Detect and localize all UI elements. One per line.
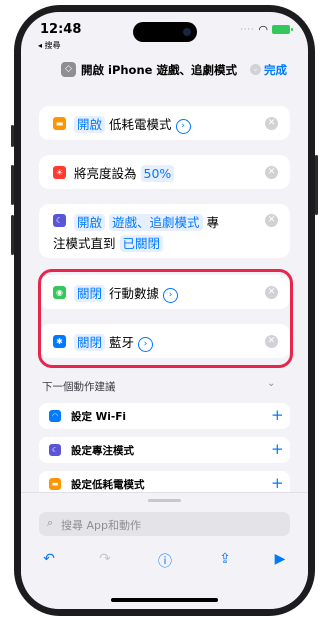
wifi-status-icon: ◠: [258, 23, 268, 36]
wifi-icon: ◠: [49, 410, 61, 422]
action-card-brightness[interactable]: ☀ 將亮度設為 50% ✕: [39, 155, 290, 189]
suggestion-label: 設定專注模式: [71, 445, 134, 457]
chevron-down-icon[interactable]: ⌄: [267, 378, 275, 389]
action-verb[interactable]: 開啟: [74, 116, 106, 133]
action-text-line1: 開啟 遊戲、追劇模式 專: [74, 212, 219, 231]
suggestions-header: 下一個動作建議: [42, 381, 116, 393]
volume-up-button: [11, 165, 14, 205]
suggestion-focus[interactable]: ☾ 設定專注模式 +: [39, 437, 290, 463]
search-placeholder: 搜尋 App和動作: [61, 519, 141, 532]
home-indicator: [111, 598, 218, 602]
status-icons: ···· ◠: [240, 23, 293, 36]
add-suggestion-button[interactable]: +: [271, 406, 284, 424]
done-button[interactable]: 完成: [264, 62, 287, 78]
search-icon: ⌕: [47, 516, 54, 529]
action-card-low-power[interactable]: ▬ 開啟 低耗電模式 › ✕: [39, 106, 290, 140]
brightness-icon: ☀: [53, 166, 66, 179]
focus-mode-value[interactable]: 遊戲、追劇模式: [109, 214, 203, 231]
remove-action-button[interactable]: ✕: [265, 166, 278, 179]
add-suggestion-button[interactable]: +: [271, 474, 284, 492]
battery-icon: [272, 25, 293, 34]
play-icon[interactable]: ▶: [270, 551, 290, 567]
status-time: 12:48: [40, 22, 82, 37]
suggestion-label: 設定低耗電模式: [71, 479, 145, 491]
editor-toolbar: ↶ ↷ ⓘ ⇪ ▶: [21, 549, 308, 573]
action-button: [11, 125, 14, 147]
action-text: 將亮度設為 50%: [74, 163, 175, 182]
power-button: [315, 155, 318, 215]
remove-action-button[interactable]: ✕: [265, 214, 278, 227]
volume-down-button: [11, 215, 14, 255]
expand-chevron-icon[interactable]: ›: [175, 119, 191, 134]
navigation-bar: ◇ 開啟 iPhone 遊戲、追劇模式 ⌄ 完成: [21, 60, 308, 84]
search-field[interactable]: ⌕ 搜尋 App和動作: [39, 512, 290, 536]
battery-icon: ▬: [53, 117, 66, 130]
action-label: 將亮度設為: [74, 166, 137, 181]
signal-icon: ····: [240, 25, 255, 34]
action-label: 專: [206, 215, 220, 230]
shortcut-title[interactable]: 開啟 iPhone 遊戲、追劇模式: [81, 62, 237, 78]
action-text: 開啟 低耗電模式 ›: [74, 114, 191, 134]
chevron-down-icon[interactable]: ⌄: [250, 64, 261, 75]
sheet-grabber[interactable]: [148, 499, 181, 502]
moon-icon: ☾: [53, 214, 66, 227]
redo-icon[interactable]: ↷: [95, 551, 115, 567]
shortcuts-icon: ◇: [61, 62, 76, 77]
focus-until-value[interactable]: 已關閉: [119, 235, 164, 252]
undo-icon[interactable]: ↶: [39, 551, 59, 567]
camera-icon: [183, 28, 191, 36]
screen: 12:48 ◂ 搜尋 ···· ◠ ◇ 開啟 iPhone 遊戲、追劇模式 ⌄ …: [21, 12, 308, 609]
action-verb[interactable]: 開啟: [74, 214, 106, 231]
back-to-app-link[interactable]: ◂ 搜尋: [38, 40, 61, 51]
action-label: 注模式直到: [53, 236, 116, 251]
action-label: 低耗電模式: [109, 117, 172, 132]
action-card-focus[interactable]: ☾ 開啟 遊戲、追劇模式 專 注模式直到 已關閉 ✕: [39, 204, 290, 258]
suggestion-label: 設定 Wi-Fi: [71, 411, 126, 423]
remove-action-button[interactable]: ✕: [265, 117, 278, 130]
info-icon[interactable]: ⓘ: [155, 551, 175, 571]
add-suggestion-button[interactable]: +: [271, 440, 284, 458]
action-text-line2: 注模式直到 已關閉: [53, 233, 164, 252]
brightness-value[interactable]: 50%: [140, 165, 175, 182]
dynamic-island: [133, 22, 197, 42]
status-bar: 12:48 ◂ 搜尋 ···· ◠: [21, 12, 308, 52]
battery-icon: ▬: [49, 478, 61, 490]
highlight-box: [38, 269, 293, 368]
share-icon[interactable]: ⇪: [215, 551, 235, 567]
suggestion-wifi[interactable]: ◠ 設定 Wi-Fi +: [39, 403, 290, 429]
moon-icon: ☾: [49, 444, 61, 456]
action-search-sheet: ⌕ 搜尋 App和動作 ↶ ↷ ⓘ ⇪ ▶: [21, 492, 308, 609]
